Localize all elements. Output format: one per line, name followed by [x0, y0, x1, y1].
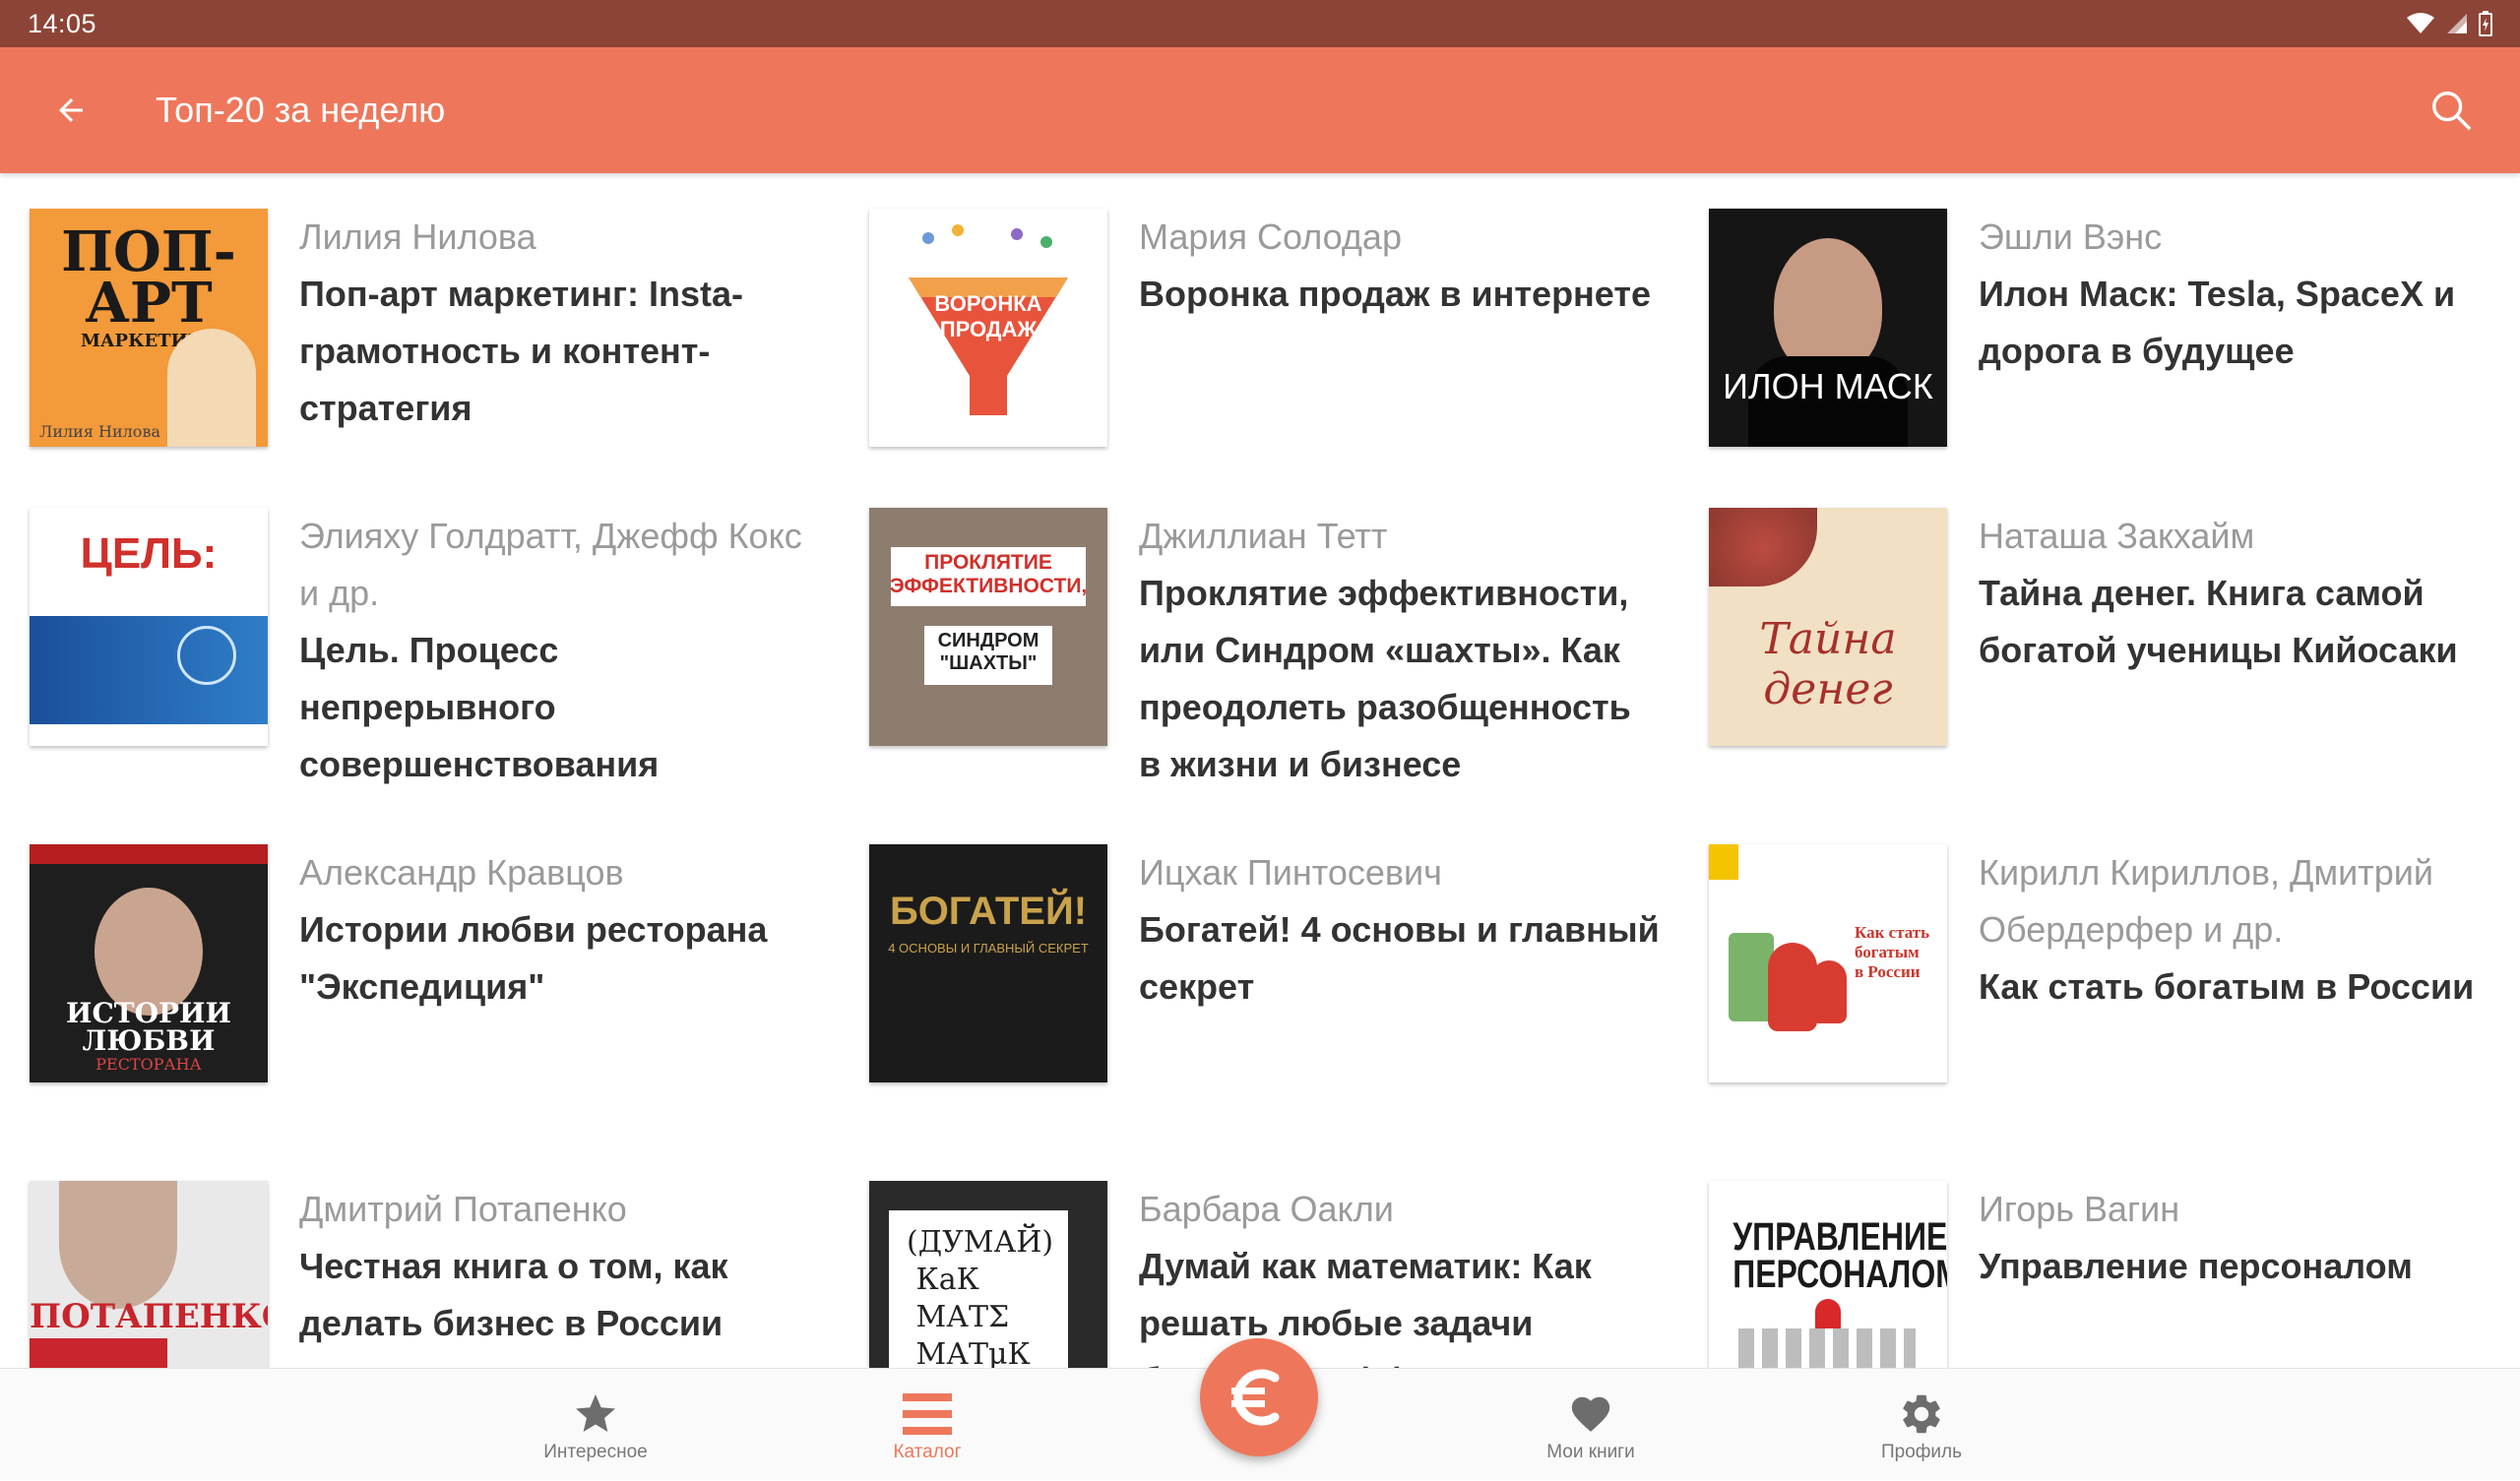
nav-catalog-label: Каталог — [893, 1442, 962, 1462]
book-cover: Как стать богатым в России — [1709, 844, 1947, 1082]
book-item[interactable]: БОГАТЕЙ! 4 ОСНОВЫ И ГЛАВНЫЙ СЕКРЕТ Ицхак… — [840, 809, 1679, 1145]
book-cover: ИЛОН МАСК — [1709, 209, 1947, 447]
search-icon — [2432, 92, 2472, 131]
book-item[interactable]: ЦЕЛЬ: Элияху Голдратт, Джефф Кокс и др. … — [0, 472, 840, 809]
signal-icon — [2447, 14, 2467, 33]
nav-profile-label: Профиль — [1880, 1442, 1963, 1462]
gear-icon — [1903, 1394, 1940, 1434]
book-title: Поп-арт маркетинг: Insta-грамотность и к… — [299, 274, 744, 428]
nav-my-books[interactable]: Мои книги — [1492, 1369, 1689, 1481]
book-item[interactable]: ПОТАПЕНКО Дмитрий Потапенко Честная книг… — [0, 1145, 840, 1368]
book-title: Тайна денег. Книга самой богатой ученицы… — [1979, 573, 2458, 670]
book-title: Истории любви ресторана "Экспедиция" — [299, 909, 768, 1007]
star-icon — [576, 1394, 615, 1432]
book-author: Лилия Нилова — [299, 216, 536, 257]
back-button[interactable] — [35, 75, 106, 146]
nav-interesting-label: Интересное — [543, 1442, 648, 1462]
arrow-back-icon — [59, 98, 83, 122]
book-author: Мария Солодар — [1139, 216, 1402, 257]
search-button[interactable] — [2416, 75, 2487, 146]
status-time: 14:05 — [28, 8, 97, 38]
book-title: Управление персоналом — [1979, 1246, 2413, 1286]
book-cover: ПОП- АРТ МАРКЕТИНГ Лилия Нилова — [30, 209, 268, 447]
status-icons — [2406, 11, 2492, 36]
book-author: Эшли Вэнс — [1979, 216, 2163, 257]
heart-icon — [1571, 1396, 1610, 1432]
book-cover: УПРАВЛЕНИЕ ПЕРСОНАЛОМ — [1709, 1181, 1947, 1368]
nav-my-books-label: Мои книги — [1546, 1442, 1635, 1462]
book-item[interactable]: ИСТОРИИ ЛЮБВИ РЕСТОРАНА Александр Кравцов… — [0, 809, 840, 1145]
book-author: Наташа Закхайм — [1979, 516, 2255, 556]
book-title: Цель. Процесс непрерывного совершенствов… — [299, 630, 660, 784]
book-author: Александр Кравцов — [299, 852, 624, 893]
book-title: Думай как математик: Как решать любые за… — [1139, 1246, 1592, 1368]
book-cover: ПОТАПЕНКО — [30, 1181, 268, 1368]
book-item[interactable]: Как стать богатым в России Кирилл Кириллов… — [1679, 809, 2520, 1145]
book-title: Честная книга о том, как делать бизнес в… — [299, 1246, 728, 1343]
menu-icon — [903, 1393, 952, 1435]
status-bar: 14:05 — [0, 0, 2520, 47]
cover-author: Лилия Нилова — [39, 422, 160, 441]
book-author: Элияху Голдратт, Джефф Кокс и др. — [299, 516, 802, 613]
book-cover: ПРОКЛЯТИЕ ЭФФЕКТИВНОСТИ, СИНДРОМ "ШАХТЫ" — [869, 508, 1107, 746]
nav-profile[interactable]: Профиль — [1823, 1369, 2020, 1481]
book-cover: (ДУМАЙ) КаК МАТΣ МАТμК — [869, 1181, 1107, 1368]
battery-icon — [2479, 11, 2492, 36]
book-cover: ВОРОНКА ПРОДАЖ — [869, 209, 1107, 447]
euro-fab-button[interactable] — [1200, 1338, 1318, 1456]
book-item[interactable]: (ДУМАЙ) КаК МАТΣ МАТμК Барбара Оакли Дум… — [840, 1145, 1679, 1368]
book-cover: Тайна денег — [1709, 508, 1947, 746]
book-title: Воронка продаж в интернете — [1139, 274, 1651, 314]
book-author: Игорь Вагин — [1979, 1189, 2180, 1229]
book-item[interactable]: ПОП- АРТ МАРКЕТИНГ Лилия Нилова Лилия Нил… — [0, 173, 840, 472]
book-author: Барбара Оакли — [1139, 1189, 1394, 1229]
book-item[interactable]: УПРАВЛЕНИЕ ПЕРСОНАЛОМ Игорь Вагин Управле… — [1679, 1145, 2520, 1368]
book-cover: БОГАТЕЙ! 4 ОСНОВЫ И ГЛАВНЫЙ СЕКРЕТ — [869, 844, 1107, 1082]
book-cover: ИСТОРИИ ЛЮБВИ РЕСТОРАНА — [30, 844, 268, 1082]
nav-interesting[interactable]: Интересное — [497, 1369, 694, 1481]
app-bar: Топ-20 за неделю — [0, 47, 2520, 173]
book-author: Кирилл Кириллов, Дмитрий Обердерфер и др… — [1979, 852, 2433, 950]
book-author: Ицхак Пинтосевич — [1139, 852, 1442, 893]
book-item[interactable]: ВОРОНКА ПРОДАЖ Мария Солодар Воронка прод… — [840, 173, 1679, 472]
book-title: Богатей! 4 основы и главный секрет — [1139, 909, 1660, 1007]
book-title: Проклятие эффективности, или Синдром «ша… — [1139, 573, 1631, 784]
wifi-icon — [2407, 13, 2434, 33]
nav-catalog[interactable]: Каталог — [829, 1369, 1026, 1481]
book-item[interactable]: ИЛОН МАСК Эшли Вэнс Илон Маск: Tesla, Sp… — [1679, 173, 2520, 472]
book-title: Как стать богатым в России — [1979, 966, 2475, 1007]
euro-icon — [1231, 1369, 1280, 1426]
book-author: Джиллиан Тетт — [1139, 516, 1388, 556]
page-title: Топ-20 за неделю — [156, 90, 446, 130]
book-cover: ЦЕЛЬ: — [30, 508, 268, 746]
book-list[interactable]: ПОП- АРТ МАРКЕТИНГ Лилия Нилова Лилия Нил… — [0, 173, 2520, 1368]
book-author: Дмитрий Потапенко — [299, 1189, 627, 1229]
book-title: Илон Маск: Tesla, SpaceX и дорога в буду… — [1979, 274, 2456, 371]
book-item[interactable]: ПРОКЛЯТИЕ ЭФФЕКТИВНОСТИ, СИНДРОМ "ШАХТЫ" Д… — [840, 472, 1679, 809]
book-item[interactable]: Тайна денег Наташа Закхайм Тайна денег. К… — [1679, 472, 2520, 809]
